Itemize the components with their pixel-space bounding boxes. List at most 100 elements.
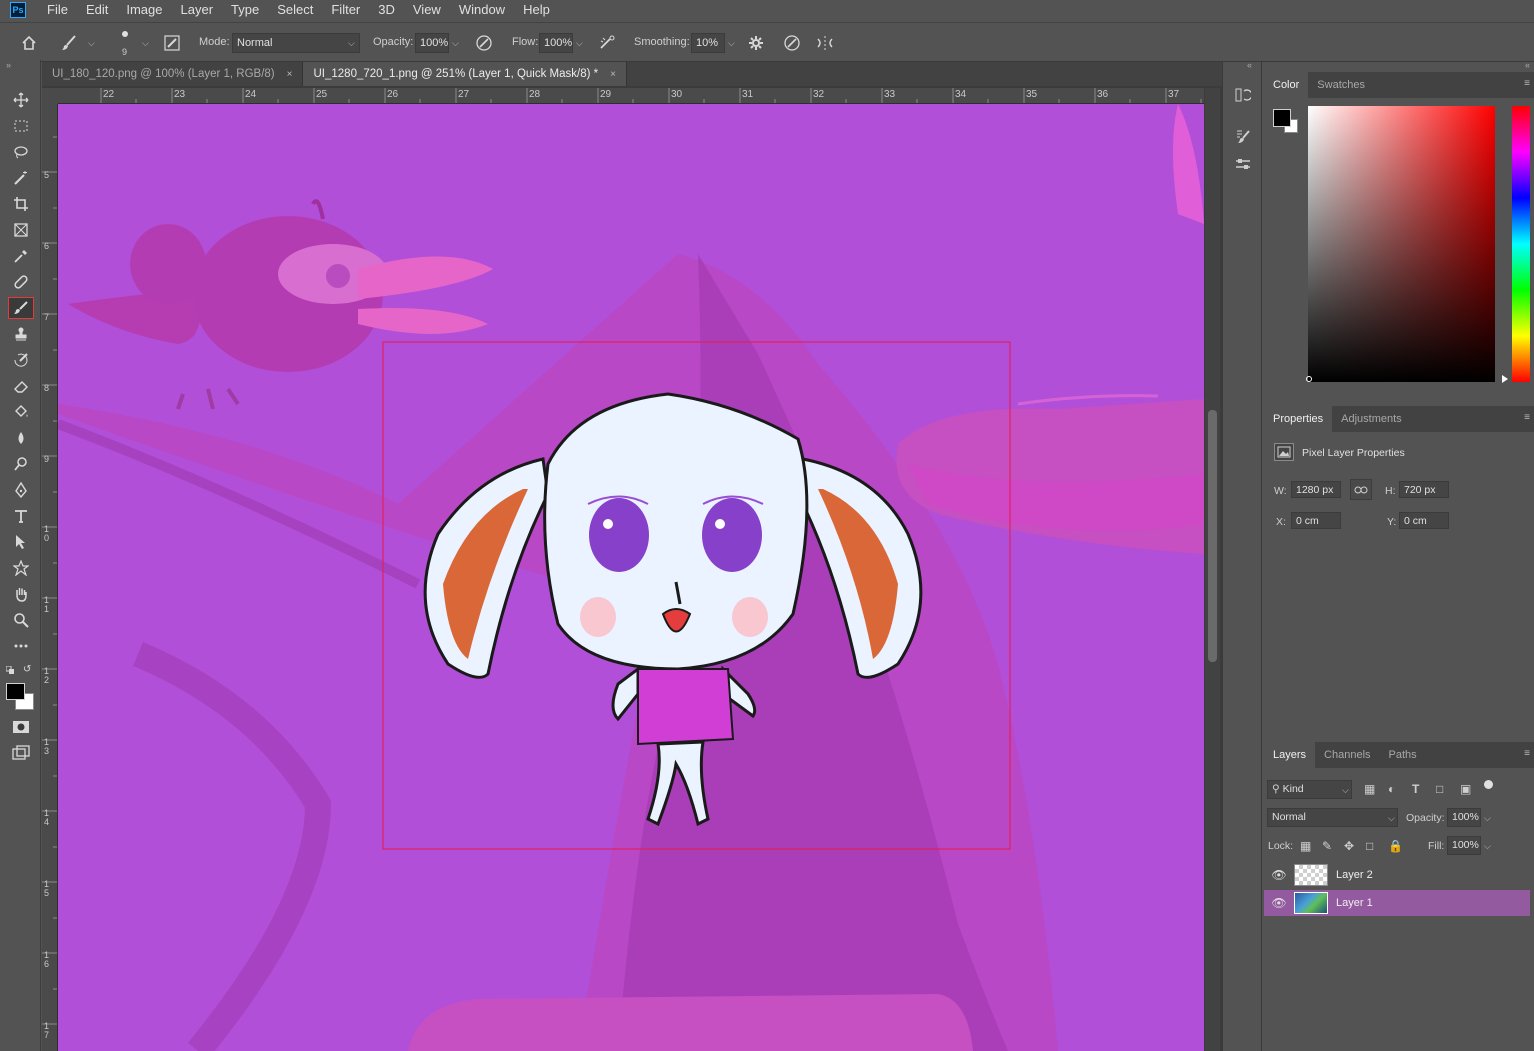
chevron-down-icon[interactable]: ⌵ [728, 38, 735, 49]
dodge-tool-icon[interactable] [8, 453, 34, 475]
smart-object-filter-icon[interactable]: ▣ [1460, 782, 1471, 796]
x-field[interactable]: 0 cm [1291, 512, 1341, 529]
type-filter-icon[interactable]: T [1412, 782, 1419, 796]
foreground-color-swatch[interactable] [6, 683, 25, 700]
menu-layer[interactable]: Layer [172, 0, 223, 20]
link-dimensions-icon[interactable] [1350, 479, 1372, 500]
brush-settings-panel-icon[interactable] [161, 32, 183, 54]
tab-properties[interactable]: Properties [1264, 406, 1333, 432]
blend-mode-select[interactable]: Normal [1267, 808, 1398, 827]
height-field[interactable]: 720 px [1399, 481, 1449, 498]
symmetry-icon[interactable] [814, 32, 836, 54]
lock-all-icon[interactable]: 🔒 [1388, 839, 1403, 853]
history-panel-icon[interactable] [1232, 84, 1254, 106]
layer-opacity-input[interactable]: 100% [1447, 808, 1481, 827]
chevron-down-icon[interactable]: ⌵ [1484, 841, 1491, 852]
y-field[interactable]: 0 cm [1399, 512, 1449, 529]
menu-image[interactable]: Image [117, 0, 171, 20]
tab-channels[interactable]: Channels [1315, 742, 1379, 768]
eraser-tool-icon[interactable] [8, 375, 34, 397]
layer-row-layer-1[interactable]: 👁 Layer 1 [1264, 890, 1530, 916]
healing-brush-tool-icon[interactable] [8, 271, 34, 293]
lasso-tool-icon[interactable] [8, 141, 34, 163]
chevron-down-icon[interactable]: ⌵ [142, 38, 149, 49]
hand-tool-icon[interactable] [8, 583, 34, 605]
frame-tool-icon[interactable] [8, 219, 34, 241]
smoothing-input[interactable]: 10% [691, 33, 725, 53]
close-icon[interactable]: × [287, 69, 293, 80]
opacity-input[interactable]: 100% [415, 33, 449, 53]
blur-tool-icon[interactable] [8, 427, 34, 449]
menu-file[interactable]: File [38, 0, 77, 20]
menu-select[interactable]: Select [268, 0, 322, 20]
pressure-opacity-icon[interactable] [473, 32, 495, 54]
default-colors-icon[interactable] [5, 664, 15, 674]
hue-slider[interactable] [1512, 106, 1530, 382]
tab-layers[interactable]: Layers [1264, 742, 1316, 768]
brush-tool-icon[interactable] [8, 297, 34, 319]
panel-menu-icon[interactable]: ≡ [1524, 748, 1530, 759]
tab-ui-1280-720[interactable]: UI_1280_720_1.png @ 251% (Layer 1, Quick… [303, 62, 627, 86]
menu-filter[interactable]: Filter [322, 0, 369, 20]
panel-menu-icon[interactable]: ≡ [1524, 412, 1530, 423]
ruler-vertical[interactable]: 5 6 7 8 9 1 0 1 1 1 2 1 3 1 4 1 5 1 6 1 … [42, 104, 58, 1051]
history-brush-tool-icon[interactable] [8, 349, 34, 371]
fill-input[interactable]: 100% [1447, 836, 1481, 855]
type-tool-icon[interactable] [8, 505, 34, 527]
screen-mode-icon[interactable] [8, 742, 34, 764]
scrollbar-thumb[interactable] [1208, 410, 1217, 662]
chevron-down-icon[interactable]: ⌵ [576, 38, 583, 49]
pressure-size-icon[interactable] [781, 32, 803, 54]
adjustments-sliders-icon[interactable] [1232, 153, 1254, 175]
panel-dock-icon[interactable]: « [1525, 60, 1530, 70]
menu-view[interactable]: View [404, 0, 450, 20]
filter-toggle-icon[interactable] [1484, 780, 1493, 789]
panel-menu-icon[interactable]: ≡ [1524, 78, 1530, 89]
hue-slider-handle[interactable] [1502, 375, 1508, 383]
foreground-color-swatch[interactable] [1273, 109, 1291, 127]
pixel-filter-icon[interactable]: ▦ [1364, 782, 1375, 796]
adjustment-filter-icon[interactable]: ◐ [1388, 782, 1395, 796]
ruler-horizontal[interactable]: 22 23 24 25 26 27 28 29 30 31 32 33 34 3… [58, 88, 1204, 104]
chevron-down-icon[interactable]: ⌵ [452, 38, 459, 49]
lock-artboard-icon[interactable]: □ [1366, 839, 1373, 853]
flow-input[interactable]: 100% [539, 33, 573, 53]
pen-tool-icon[interactable] [8, 479, 34, 501]
zoom-tool-icon[interactable] [8, 609, 34, 631]
clone-stamp-tool-icon[interactable] [8, 323, 34, 345]
layer-name[interactable]: Layer 1 [1336, 897, 1373, 909]
swap-colors-icon[interactable]: ↺ [23, 664, 31, 675]
more-tools-icon[interactable] [8, 635, 34, 657]
home-icon[interactable] [18, 32, 40, 54]
tab-swatches[interactable]: Swatches [1308, 72, 1374, 98]
menu-3d[interactable]: 3D [369, 0, 404, 20]
marquee-tool-icon[interactable] [8, 115, 34, 137]
visibility-eye-icon[interactable]: 👁 [1264, 868, 1294, 882]
brush-tip-icon[interactable] [122, 31, 128, 37]
custom-shape-tool-icon[interactable] [8, 557, 34, 579]
move-tool-icon[interactable] [8, 89, 34, 111]
crop-tool-icon[interactable] [8, 193, 34, 215]
magic-wand-tool-icon[interactable] [8, 167, 34, 189]
close-icon[interactable]: × [610, 69, 616, 80]
color-picker-marker[interactable] [1306, 376, 1312, 382]
expand-toolbox-icon[interactable]: » [6, 60, 11, 70]
menu-edit[interactable]: Edit [77, 0, 117, 20]
brush-settings-icon[interactable] [1232, 125, 1254, 147]
quick-mask-mode-icon[interactable] [8, 716, 34, 738]
airbrush-icon[interactable] [596, 32, 618, 54]
layer-name[interactable]: Layer 2 [1336, 869, 1373, 881]
lock-position-icon[interactable]: ✥ [1344, 839, 1354, 853]
lock-image-pixels-icon[interactable]: ✎ [1322, 839, 1332, 853]
gear-icon[interactable] [745, 32, 767, 54]
collapse-panels-icon[interactable]: « [1247, 60, 1252, 70]
menu-help[interactable]: Help [514, 0, 559, 20]
path-selection-tool-icon[interactable] [8, 531, 34, 553]
chevron-down-icon[interactable]: ⌵ [1484, 813, 1491, 824]
tab-adjustments[interactable]: Adjustments [1332, 406, 1411, 432]
tab-ui-180-120[interactable]: UI_180_120.png @ 100% (Layer 1, RGB/8) × [42, 62, 304, 86]
tab-paths[interactable]: Paths [1380, 742, 1426, 768]
color-field[interactable] [1308, 106, 1495, 382]
mode-select[interactable]: Normal [232, 33, 360, 53]
menu-type[interactable]: Type [222, 0, 268, 20]
